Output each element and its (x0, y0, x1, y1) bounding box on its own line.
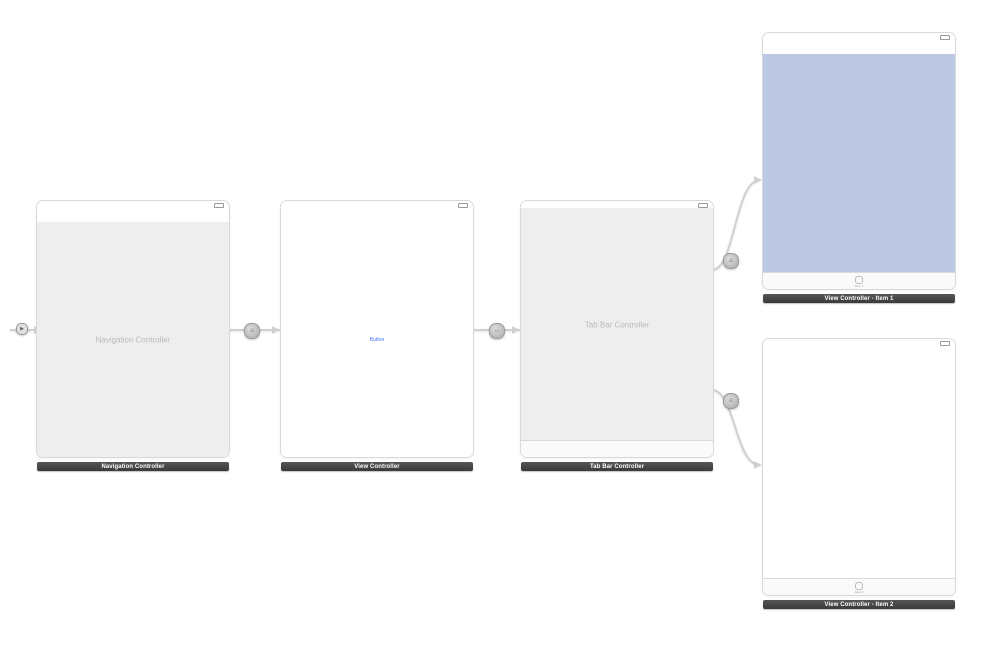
scene-navigation-controller[interactable]: Navigation Controller Navigation Control… (36, 200, 230, 458)
scene-view-controller-item-1[interactable]: Item 1 View Controller - Item 1 (762, 32, 956, 290)
navigation-bar[interactable] (281, 208, 473, 223)
item1-device[interactable]: Item 1 (762, 32, 956, 290)
scene-title-text: Navigation Controller (101, 464, 164, 470)
scene-tab-bar-controller[interactable]: Tab Bar Controller Tab Bar Controller (520, 200, 714, 458)
initial-scene-indicator[interactable]: ▶ (16, 323, 28, 335)
view-controller-body: Button (281, 222, 473, 457)
tab-bar-item[interactable]: Item 1 (847, 275, 871, 288)
segue-present-modally[interactable]: ▭ (489, 323, 505, 339)
navigation-controller-device[interactable]: Navigation Controller (36, 200, 230, 458)
segue-view-controllers-relation-2[interactable]: ⎌ (723, 393, 739, 409)
scene-title-text: View Controller (354, 464, 399, 470)
navigation-bar[interactable] (763, 40, 955, 55)
scene-title-text: Tab Bar Controller (590, 464, 644, 470)
segue-root-relationship[interactable]: ⎌ (244, 323, 260, 339)
tab-item-label: Item 1 (847, 284, 871, 288)
relationship-icon: ⎌ (250, 329, 254, 334)
scene-title-bar[interactable]: View Controller (281, 462, 473, 471)
placeholder-label: Navigation Controller (96, 335, 171, 344)
scene-view-controller[interactable]: Button View Controller (280, 200, 474, 458)
tab-bar-controller-device[interactable]: Tab Bar Controller (520, 200, 714, 458)
status-bar (37, 201, 229, 208)
scene-title-text: View Controller - Item 1 (825, 296, 894, 302)
status-bar (763, 339, 955, 346)
item2-body (763, 360, 955, 579)
scene-title-bar[interactable]: View Controller - Item 2 (763, 600, 955, 609)
navigation-bar[interactable] (763, 346, 955, 361)
relationship-icon: ⎌ (729, 399, 733, 404)
status-bar (763, 33, 955, 40)
tab-item-label: Item 2 (847, 590, 871, 594)
tab-bar[interactable]: Item 2 (763, 578, 955, 595)
view-controller-device[interactable]: Button (280, 200, 474, 458)
scene-title-bar[interactable]: Tab Bar Controller (521, 462, 713, 471)
tab-item-icon (855, 582, 863, 590)
navigation-controller-body: Navigation Controller (37, 222, 229, 457)
item1-body (763, 54, 955, 273)
tab-bar[interactable]: Item 1 (763, 272, 955, 289)
scene-title-bar[interactable]: View Controller - Item 1 (763, 294, 955, 303)
placeholder-label: Tab Bar Controller (585, 320, 649, 329)
tab-bar-controller-body: Tab Bar Controller (521, 208, 713, 441)
navigation-bar[interactable] (37, 208, 229, 223)
modal-icon: ▭ (495, 329, 500, 334)
arrow-icon: ▶ (20, 327, 24, 332)
scene-view-controller-item-2[interactable]: Item 2 View Controller - Item 2 (762, 338, 956, 596)
storyboard-canvas[interactable]: { "scenes": { "nav": { "title": "Navigat… (0, 0, 985, 646)
tab-item-icon (855, 276, 863, 284)
status-bar (281, 201, 473, 208)
tab-bar-item[interactable]: Item 2 (847, 581, 871, 594)
button[interactable]: Button (370, 337, 384, 343)
relationship-icon: ⎌ (729, 259, 733, 264)
item2-device[interactable]: Item 2 (762, 338, 956, 596)
scene-title-text: View Controller - Item 2 (825, 602, 894, 608)
scene-title-bar[interactable]: Navigation Controller (37, 462, 229, 471)
status-bar (521, 201, 713, 208)
tab-bar[interactable] (521, 440, 713, 457)
segue-view-controllers-relation-1[interactable]: ⎌ (723, 253, 739, 269)
